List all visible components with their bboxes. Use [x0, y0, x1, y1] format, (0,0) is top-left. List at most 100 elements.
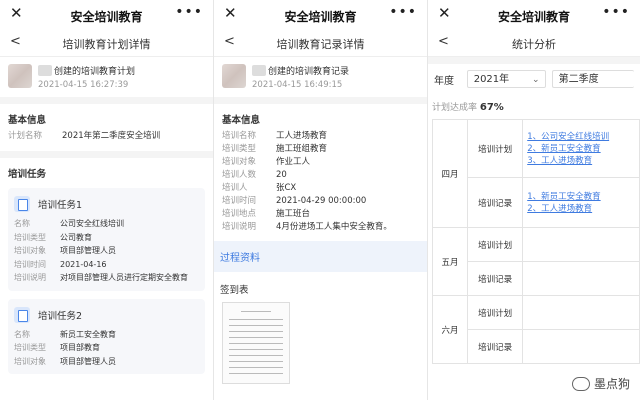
task-header: 培训任务1: [14, 194, 199, 214]
field-label: 培训对象: [14, 246, 46, 255]
rate-value: 67%: [479, 102, 504, 113]
blurred-name: [38, 65, 52, 76]
chevron-down-icon: ⌄: [532, 75, 540, 85]
record-field-row: 培训人数 20: [214, 169, 427, 182]
table-row: 五月 培训计划: [432, 227, 640, 296]
record-field-row: 培训对象 作业工人: [214, 156, 427, 169]
field-value: 项目部管理人员: [60, 356, 116, 366]
record-field-row: 培训时间 2021-04-29 00:00:00: [214, 195, 427, 208]
plan-items-cell: [522, 295, 640, 330]
plan-detail-panel: ✕ 安全培训教育 ••• < 培训教育计划详情 创建的培训教育计划 2021-0…: [0, 0, 213, 400]
nav-bar: < 培训教育计划详情: [0, 30, 213, 57]
field-value: 项目部管理人员: [60, 246, 116, 255]
task-field-row: 培训对象 项目部管理人员: [14, 355, 199, 369]
record-field-row: 培训地点 施工班台: [214, 208, 427, 221]
creator-title: 创建的培训教育记录: [268, 67, 350, 77]
field-value: 作业工人: [276, 157, 311, 167]
field-value: 项目部教育: [60, 343, 100, 352]
task-field-row: 培训说明 对项目部管理人员进行定期安全教育: [14, 271, 199, 285]
section-title-basic: 基本信息: [222, 115, 261, 126]
task-list: 培训任务1 名称 公司安全红线培训 培训类型 公司教育 培训对象 项目部管理人员 培训时间 20…: [0, 188, 213, 374]
more-icon[interactable]: •••: [602, 4, 630, 20]
sign-sheet-title: 签到表: [220, 285, 249, 296]
record-item-link[interactable]: 2、工人进场教育: [527, 203, 635, 215]
year-select[interactable]: 2021年 ⌄: [466, 70, 546, 88]
table-row: 四月 培训计划 1、公司安全红线培训 2、新员工安全教育 3、工人进场教育: [432, 119, 640, 228]
watermark-text: 墨点狗: [593, 377, 630, 391]
filter-bar: 年度 2021年 ⌄ 第二季度: [428, 64, 640, 94]
field-label: 培训说明: [222, 222, 257, 232]
record-field-row: 培训类型 施工班组教育: [214, 143, 427, 156]
field-label: 培训人数: [222, 170, 257, 180]
field-label: 培训名称: [222, 131, 257, 141]
record-type-cell: 培训记录: [466, 177, 524, 228]
record-item-link[interactable]: 1、新员工安全教育: [527, 191, 635, 203]
field-label: 培训人: [222, 183, 248, 193]
plan-name-row: 计划名称 2021年第二季度安全培训: [0, 130, 213, 143]
more-icon[interactable]: •••: [175, 4, 203, 20]
field-value: 2021-04-29 00:00:00: [276, 196, 367, 206]
creator-info: 创建的培训教育计划 2021-04-15 16:27:39: [0, 57, 213, 97]
section-title-tasks: 培训任务: [8, 169, 47, 180]
task-name: 培训任务2: [38, 310, 83, 322]
field-label: 培训地点: [222, 209, 257, 219]
record-detail-panel: ✕ 安全培训教育 ••• < 培训教育记录详情 创建的培训教育记录 2021-0…: [214, 0, 427, 400]
field-value: 新员工安全教育: [60, 329, 116, 339]
field-label: 名称: [14, 329, 30, 339]
task-field-row: 名称 公司安全红线培训: [14, 217, 199, 231]
statistics-panel: ✕ 安全培训教育 ••• < 统计分析 年度 2021年 ⌄ 第二季度 计划达成…: [428, 0, 640, 400]
task-field-row: 培训类型 公司教育: [14, 231, 199, 245]
field-value: 4月份进场工人集中安全教育。: [276, 222, 392, 232]
nav-bar: < 培训教育记录详情: [214, 30, 427, 57]
plan-items-cell: [522, 227, 640, 262]
year-select-value: 2021年: [473, 74, 510, 85]
wechat-header: ✕ 安全培训教育 •••: [214, 0, 427, 30]
field-label: 培训时间: [14, 259, 46, 269]
task-field-row: 培训类型 项目部教育: [14, 341, 199, 355]
plan-item-link[interactable]: 3、工人进场教育: [527, 155, 635, 167]
month-cell: 六月: [432, 295, 468, 364]
field-value: 张CX: [276, 183, 297, 193]
field-value: 施工班组教育: [276, 144, 328, 154]
plan-item-link[interactable]: 2、新员工安全教育: [527, 143, 635, 155]
field-value: 20: [276, 170, 287, 180]
record-items-cell: [522, 329, 640, 364]
field-label: 培训说明: [14, 273, 46, 282]
page-title: 统计分析: [512, 38, 556, 51]
nav-bar: < 统计分析: [428, 30, 640, 57]
process-materials-link[interactable]: 过程资料: [214, 241, 427, 272]
avatar: [222, 64, 246, 88]
completion-rate: 计划达成率 67%: [428, 94, 640, 119]
record-field-row: 培训名称 工人进场教育: [214, 130, 427, 143]
creator-info: 创建的培训教育记录 2021-04-15 16:49:15: [214, 57, 427, 97]
plan-type-cell: 培训计划: [466, 119, 524, 178]
more-icon[interactable]: •••: [389, 4, 417, 20]
wechat-logo-icon: [571, 376, 590, 391]
creator-time: 2021-04-15 16:27:39: [38, 80, 129, 90]
task-field-row: 培训对象 项目部管理人员: [14, 244, 199, 258]
plan-items-cell: 1、公司安全红线培训 2、新员工安全教育 3、工人进场教育: [522, 119, 640, 178]
wechat-header: ✕ 安全培训教育 •••: [428, 0, 640, 30]
field-label: 培训类型: [14, 232, 46, 242]
document-icon: [14, 196, 30, 212]
field-label: 培训类型: [222, 144, 257, 154]
blurred-name: [252, 65, 266, 76]
task-card: 培训任务2 名称 新员工安全教育培训类型 项目部教育培训对象 项目部管理人员: [8, 298, 205, 374]
field-value: 公司安全红线培训: [60, 219, 124, 228]
table-row: 六月 培训计划: [432, 295, 640, 364]
creator-title: 创建的培训教育计划: [54, 67, 136, 77]
task-header: 培训任务2: [14, 305, 199, 325]
field-label: 培训对象: [14, 356, 46, 366]
plan-item-link[interactable]: 1、公司安全红线培训: [527, 131, 635, 143]
task-card: 培训任务1 名称 公司安全红线培训 培训类型 公司教育 培训对象 项目部管理人员 培训时间 20…: [8, 188, 205, 291]
quarter-select[interactable]: 第二季度: [551, 70, 634, 88]
section-title-basic: 基本信息: [8, 115, 47, 126]
field-value: 对项目部管理人员进行定期安全教育: [60, 273, 188, 282]
rate-label: 计划达成率: [432, 103, 478, 113]
record-type-cell: 培训记录: [466, 261, 524, 296]
field-label: 培训类型: [14, 343, 46, 352]
year-label: 年度: [434, 75, 454, 87]
avatar: [8, 64, 32, 88]
sign-sheet-image[interactable]: [222, 302, 290, 384]
field-value: 工人进场教育: [276, 131, 328, 141]
